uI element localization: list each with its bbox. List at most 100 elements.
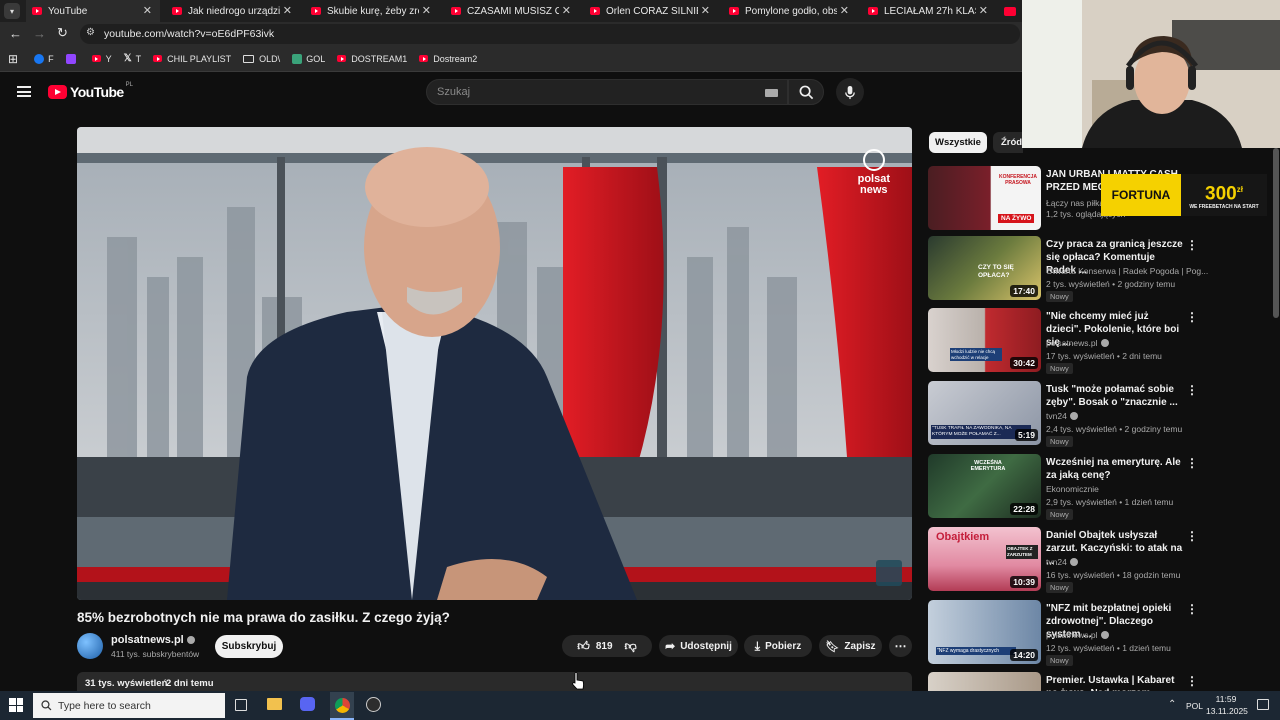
browser-tab[interactable]: Skubie kurę, żeby zrobić ✕ xyxy=(305,0,439,22)
page-scrollbar[interactable] xyxy=(1273,148,1279,318)
file-explorer-icon[interactable] xyxy=(267,698,282,710)
save-button[interactable]: 🔖︎ Zapisz xyxy=(819,635,882,657)
recommended-video[interactable]: Premier. Ustawka | Kabaret na żywo. Nad … xyxy=(928,672,1268,691)
video-title: 85% bezrobotnych nie ma prawa do zasiłku… xyxy=(77,610,450,625)
site-info-icon[interactable]: ⚙ xyxy=(86,27,95,38)
more-vertical-icon[interactable]: ⋮ xyxy=(1186,529,1198,543)
more-vertical-icon[interactable]: ⋮ xyxy=(1186,238,1198,252)
share-button[interactable]: ➦ Udostępnij xyxy=(659,635,738,657)
recommended-video[interactable]: Obajtkiem OBAJTEK Z ZARZUTEM 10:39 Danie… xyxy=(928,527,1268,593)
mouse-cursor-icon xyxy=(572,672,584,690)
browser-tab[interactable]: Orlen CORAZ SILNIEJSZY ✕ xyxy=(584,0,718,22)
fortuna-amount: 300 xyxy=(1205,183,1237,205)
more-horizontal-icon: ⋯ xyxy=(894,639,907,653)
close-tab-icon[interactable]: ✕ xyxy=(422,4,431,17)
thumbnail-caption: CZY TO SIĘ OPŁACA? xyxy=(978,264,1014,279)
more-vertical-icon[interactable]: ⋮ xyxy=(1186,602,1198,616)
obs-icon[interactable] xyxy=(366,697,381,712)
youtube-favicon-icon[interactable] xyxy=(1004,7,1016,16)
close-tab-icon[interactable]: ✕ xyxy=(840,4,849,17)
bookmark-item[interactable]: OLD\ xyxy=(243,54,280,64)
video-player[interactable]: polsat news xyxy=(77,127,912,600)
browser-tab[interactable]: Jak niedrogo urządzić sy ✕ xyxy=(166,0,300,22)
tab-search-button[interactable]: ▾ xyxy=(4,3,20,19)
video-thumbnail[interactable]: Obajtkiem OBAJTEK Z ZARZUTEM 10:39 xyxy=(928,527,1041,591)
browser-tab[interactable]: YouTube ✕ xyxy=(26,0,160,22)
more-actions-button[interactable]: ⋯ xyxy=(889,635,912,657)
bookmark-item[interactable]: DOSTREAM1 xyxy=(337,54,407,64)
close-tab-icon[interactable]: ✕ xyxy=(143,4,152,17)
more-vertical-icon[interactable]: ⋮ xyxy=(1186,383,1198,397)
chip-sources[interactable]: Źródł xyxy=(993,132,1023,153)
hamburger-menu-icon[interactable] xyxy=(17,86,31,97)
recommended-video[interactable]: "NFZ wymaga drastycznych 14:20 "NFZ mit … xyxy=(928,600,1268,666)
bookmark-item[interactable]: Y xyxy=(91,54,112,64)
new-badge: Nowy xyxy=(1046,436,1073,447)
more-vertical-icon[interactable]: ⋮ xyxy=(1186,456,1198,470)
discord-icon[interactable] xyxy=(300,697,315,711)
browser-tab[interactable]: LECIAŁAM 27h KLASĄ BIZ ✕ xyxy=(862,0,996,22)
keyboard-icon[interactable] xyxy=(765,89,778,97)
fortuna-amount-line: 300zł xyxy=(1205,180,1243,205)
thumbnail-caption: Obajtkiem xyxy=(936,531,990,543)
video-thumbnail[interactable]: "TUSK TRAFIŁ NA ZAWODNIKA, NA KTÓRYM MOŻ… xyxy=(928,381,1041,445)
close-tab-icon[interactable]: ✕ xyxy=(701,4,710,17)
more-vertical-icon[interactable]: ⋮ xyxy=(1186,310,1198,324)
channel-name[interactable]: polsatnews.pl xyxy=(111,634,195,646)
recommended-video[interactable]: WCZEŚNA EMERYTURA 22:28 Wcześniej na eme… xyxy=(928,454,1268,520)
video-thumbnail[interactable] xyxy=(928,672,1041,691)
windows-start-icon[interactable] xyxy=(9,698,23,712)
video-thumbnail[interactable]: Młodzi ludzie nie chcą wchodzić w relacj… xyxy=(928,308,1041,372)
browser-tab[interactable]: CZASAMI MUSISZ ODPUS ✕ xyxy=(445,0,579,22)
search-input[interactable]: Szukaj xyxy=(426,79,788,105)
task-view-icon[interactable] xyxy=(235,699,247,711)
clock[interactable]: 11:59 13.11.2025 xyxy=(1206,693,1248,717)
chrome-taskbar-button[interactable] xyxy=(330,692,354,720)
bookmark-item[interactable]: 𝕏 T xyxy=(124,53,142,64)
bookmark-item[interactable]: F xyxy=(34,53,54,64)
gol-icon xyxy=(292,53,303,64)
video-thumbnail[interactable]: KONFERENCJA PRASOWA NA ŻYWO xyxy=(928,166,1041,230)
video-thumbnail[interactable]: WCZEŚNA EMERYTURA 22:28 xyxy=(928,454,1041,518)
recommended-video[interactable]: "TUSK TRAFIŁ NA ZAWODNIKA, NA KTÓRYM MOŻ… xyxy=(928,381,1268,447)
tray-chevron-icon[interactable]: ⌃ xyxy=(1168,699,1176,710)
more-vertical-icon[interactable]: ⋮ xyxy=(1186,674,1198,688)
fortuna-currency: zł xyxy=(1236,185,1243,195)
duration-badge: 10:39 xyxy=(1010,576,1038,588)
dislike-button[interactable]: 👎︎ xyxy=(625,639,637,654)
bookmark-item[interactable]: GOL xyxy=(292,53,325,64)
video-thumbnail[interactable]: "NFZ wymaga drastycznych 14:20 xyxy=(928,600,1041,664)
recommended-meta: 16 tys. wyświetleń • 18 godzin temu xyxy=(1046,570,1181,580)
youtube-favicon-icon xyxy=(729,7,739,15)
apps-grid-icon[interactable]: ⊞ xyxy=(8,52,18,66)
subscribe-button[interactable]: Subskrybuj xyxy=(215,635,283,658)
close-tab-icon[interactable]: ✕ xyxy=(979,4,988,17)
download-button[interactable]: ⤓ Pobierz xyxy=(744,635,812,657)
recommended-video[interactable]: CZY TO SIĘ OPŁACA? 17:40 Czy praca za gr… xyxy=(928,236,1268,302)
search-button[interactable] xyxy=(788,79,824,105)
bookmark-item[interactable]: CHIL PLAYLIST xyxy=(153,54,231,64)
share-label: Udostępnij xyxy=(680,640,732,652)
chip-all[interactable]: Wszystkie xyxy=(929,132,987,153)
recommended-video[interactable]: Młodzi ludzie nie chcą wchodzić w relacj… xyxy=(928,308,1268,374)
taskbar-search-input[interactable]: Type here to search xyxy=(33,693,225,718)
bookmark-item[interactable] xyxy=(65,53,80,64)
channel-avatar[interactable] xyxy=(77,633,103,659)
close-tab-icon[interactable]: ✕ xyxy=(283,4,292,17)
address-bar[interactable]: ⚙ youtube.com/watch?v=oE6dPF63ivk xyxy=(80,24,1020,44)
bookmark-item[interactable]: Dostream2 xyxy=(419,54,477,64)
close-tab-icon[interactable]: ✕ xyxy=(562,4,571,17)
back-icon[interactable]: ← xyxy=(9,26,22,41)
like-button[interactable]: 👍︎ 819 xyxy=(577,639,612,654)
voice-search-button[interactable] xyxy=(836,78,864,106)
video-thumbnail[interactable]: CZY TO SIĘ OPŁACA? 17:40 xyxy=(928,236,1041,300)
youtube-logo[interactable]: YouTube PL xyxy=(48,82,133,100)
reload-icon[interactable]: ↻ xyxy=(57,25,68,41)
browser-tab[interactable]: Pomylone godło, obsydia ✕ xyxy=(723,0,857,22)
notification-icon[interactable] xyxy=(1257,699,1269,710)
youtube-favicon-icon xyxy=(172,7,182,15)
forward-icon[interactable]: → xyxy=(33,26,46,41)
language-indicator[interactable]: POL xyxy=(1186,701,1203,711)
save-label: Zapisz xyxy=(844,640,876,652)
youtube-logo-icon xyxy=(48,85,67,99)
